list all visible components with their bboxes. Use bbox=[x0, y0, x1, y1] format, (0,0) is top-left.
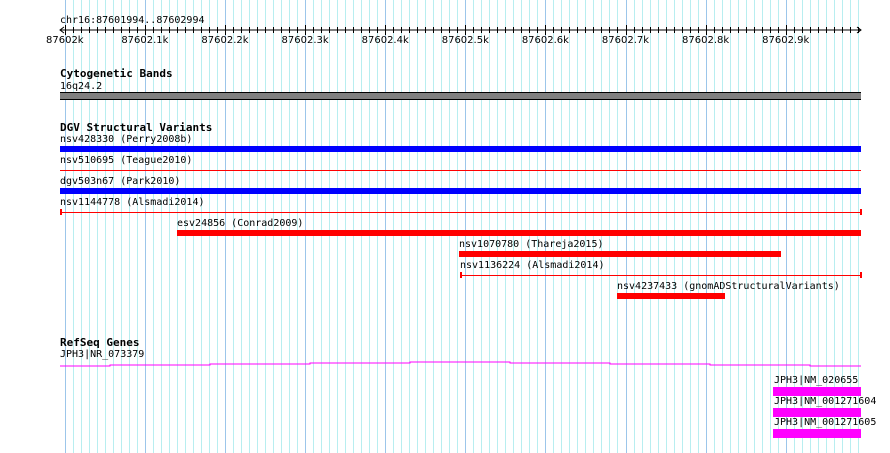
ruler-tick-label: 87602.7k bbox=[601, 35, 650, 46]
variant-end-cap bbox=[460, 272, 462, 278]
gene-feature[interactable] bbox=[773, 387, 861, 396]
variant-label: nsv1136224 (Alsmadi2014) bbox=[460, 260, 605, 271]
gene-feature[interactable] bbox=[773, 408, 861, 417]
variant-label: nsv1070780 (Thareja2015) bbox=[459, 239, 604, 250]
variant-label: dgv503n67 (Park2010) bbox=[60, 176, 181, 187]
gene-label: JPH3|NM_001271604 bbox=[774, 396, 877, 407]
band-label: 16q24.2 bbox=[60, 81, 103, 92]
track-title-dgv: DGV Structural Variants bbox=[60, 121, 213, 134]
track-title-refseq: RefSeq Genes bbox=[60, 336, 140, 349]
ruler-tick-label: 87602.2k bbox=[201, 35, 249, 46]
track-title-cytobands: Cytogenetic Bands bbox=[60, 67, 173, 80]
variant-label: nsv510695 (Teague2010) bbox=[60, 155, 193, 166]
variant-feature[interactable] bbox=[60, 212, 861, 213]
cytoband-16q24-2[interactable] bbox=[60, 92, 861, 100]
gene-feature[interactable] bbox=[773, 429, 861, 438]
variant-end-cap bbox=[60, 209, 62, 215]
variant-feature[interactable] bbox=[177, 230, 861, 236]
variant-feature[interactable] bbox=[459, 251, 781, 257]
variant-end-cap bbox=[860, 209, 862, 215]
variant-label: nsv428330 (Perry2008b) bbox=[60, 134, 193, 145]
ruler-tick-label: 87602.8k bbox=[682, 35, 730, 46]
variant-label: nsv4237433 (gnomADStructuralVariants) bbox=[617, 281, 840, 292]
ruler-tick-label: 87602.4k bbox=[361, 35, 409, 46]
variant-feature[interactable] bbox=[617, 293, 725, 299]
variant-label: nsv1144778 (Alsmadi2014) bbox=[60, 197, 205, 208]
ruler-tick-label: 87602.9k bbox=[762, 35, 810, 46]
variant-feature[interactable] bbox=[60, 170, 861, 171]
gene-nr-073379-intron[interactable] bbox=[0, 358, 890, 370]
variant-end-cap bbox=[860, 272, 862, 278]
ruler-tick-label: 87602.1k bbox=[121, 35, 169, 46]
variant-feature[interactable] bbox=[60, 188, 861, 194]
ruler-tick-label: 87602.5k bbox=[441, 35, 489, 46]
variant-feature[interactable] bbox=[60, 146, 861, 152]
ruler-tick-label: 87602.6k bbox=[521, 35, 569, 46]
ruler-tick-label: 87602k bbox=[45, 35, 84, 46]
variant-label: esv24856 (Conrad2009) bbox=[177, 218, 304, 229]
gene-label: JPH3|NM_001271605 bbox=[774, 417, 877, 428]
ruler-tick-label: 87602.3k bbox=[281, 35, 329, 46]
variant-feature[interactable] bbox=[460, 275, 861, 276]
gene-label: JPH3|NM_020655 bbox=[774, 375, 859, 386]
